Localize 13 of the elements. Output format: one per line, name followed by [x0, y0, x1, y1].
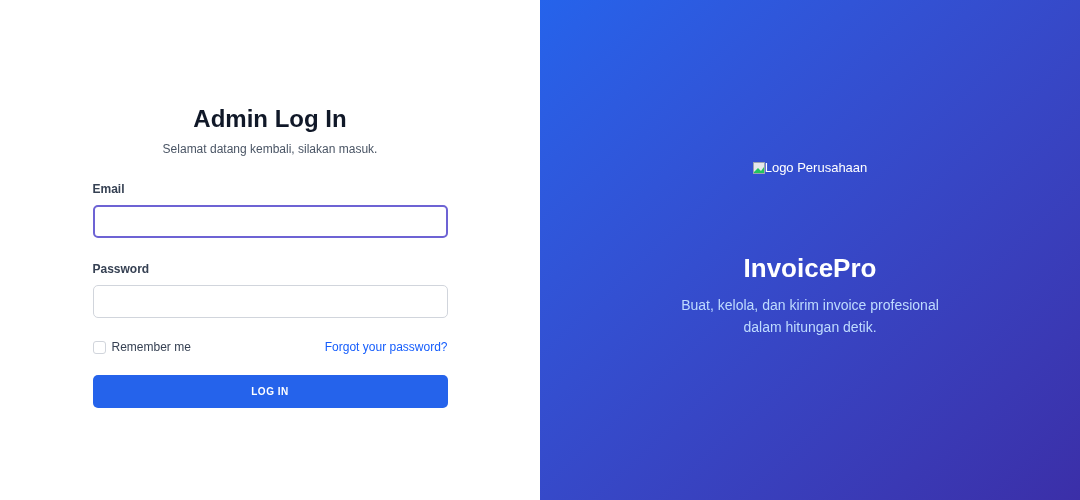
field-label: Email [92, 181, 126, 198]
input-field[interactable] [92, 205, 448, 238]
brand-tagline: Buat, kelola, dan kirim invoice profesional dalam hitungan detik. [680, 295, 940, 337]
field-label: Password [92, 261, 151, 278]
brand-name: InvoicePro [743, 251, 877, 284]
login-button[interactable]: LOG IN [92, 375, 448, 408]
remember-label: Remember me [111, 339, 191, 356]
login-title: Admin Log In [192, 104, 348, 134]
login-subtitle: Selamat datang kembali, silakan masuk. [161, 141, 379, 158]
logo-alt-text: Logo Perusahaan [764, 159, 868, 177]
remember-checkbox[interactable] [92, 340, 106, 354]
broken-image-icon [752, 161, 765, 174]
forgot-password-link[interactable]: Forgot your password? [324, 338, 448, 356]
